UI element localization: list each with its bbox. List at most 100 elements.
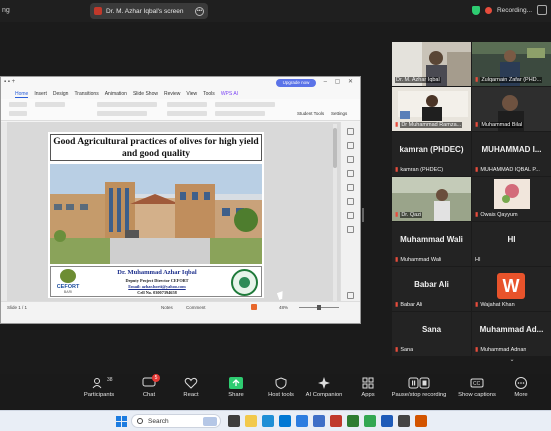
government-seal-logo: [231, 269, 258, 296]
participant-tile[interactable]: ▮ Muhammad Bilal: [472, 87, 551, 131]
participants-icon: 38: [92, 377, 113, 389]
share-indicator-label: Dr. M. Azhar Iqbal's screen: [106, 7, 184, 15]
align-tools[interactable]: [167, 111, 207, 116]
shield-icon[interactable]: [471, 5, 480, 15]
slide-number: Slide 1 / 1: [7, 305, 28, 310]
participants-button[interactable]: 38 Participants: [74, 377, 124, 398]
participant-tile[interactable]: ▮ Zulqarnain Zafar (PHD...: [472, 42, 551, 86]
participant-tile[interactable]: Sana ▮ Sana: [392, 312, 471, 356]
comment-button[interactable]: Comment: [186, 305, 206, 310]
participant-tile[interactable]: ▮ Dr. Qazi: [392, 177, 471, 221]
participant-tile[interactable]: ▮ Dr Muhammad Ramza...: [392, 87, 471, 131]
tab-slide-show[interactable]: Slide Show: [133, 91, 158, 97]
clipboard-tools[interactable]: [9, 111, 27, 116]
participant-name-tag: ▮ Muhammad Adnan: [475, 346, 527, 354]
help-icon[interactable]: [347, 226, 354, 233]
participant-tile[interactable]: ▮ Owais Qayyum: [472, 177, 551, 221]
participant-tile[interactable]: W ▮ Wajahat Khan: [472, 267, 551, 311]
edge-browser-icon[interactable]: [262, 415, 274, 427]
backup-icon[interactable]: [347, 198, 354, 205]
more-options-icon[interactable]: •••: [195, 6, 204, 16]
app-icon[interactable]: [398, 415, 410, 427]
captions-icon: CC: [470, 377, 484, 389]
vertical-scrollbar[interactable]: [333, 124, 337, 310]
zoom-app-icon[interactable]: [296, 415, 308, 427]
tab-view[interactable]: View: [186, 91, 197, 97]
muted-mic-icon: ▮: [395, 212, 399, 218]
powerpoint-icon[interactable]: [415, 415, 427, 427]
animation-icon[interactable]: [347, 156, 354, 163]
paste-button[interactable]: [9, 102, 27, 107]
tab-review[interactable]: Review: [164, 91, 180, 97]
wps-office-icon[interactable]: [330, 415, 342, 427]
building-photo: [50, 164, 262, 264]
upgrade-button[interactable]: Upgrade now: [276, 79, 316, 87]
font-selector[interactable]: [97, 102, 157, 107]
search-highlight-image: [203, 417, 217, 426]
pause-stop-recording-button[interactable]: Pause/stop recording: [388, 377, 450, 398]
app-menu-icon[interactable]: ▪ ▪ +: [4, 79, 15, 85]
more-icon[interactable]: [347, 292, 354, 299]
design-icon[interactable]: [347, 128, 354, 135]
thumbnail-pane-collapsed[interactable]: [1, 122, 7, 312]
ai-companion-button[interactable]: AI Companion: [299, 377, 349, 398]
font-format-tools[interactable]: [97, 111, 147, 116]
apps-button[interactable]: Apps: [343, 377, 393, 398]
participant-name-tag: ▮ Owais Qayyum: [475, 211, 518, 219]
recording-controls-button[interactable]: [537, 5, 547, 15]
select-icon[interactable]: [347, 170, 354, 177]
file-explorer-icon[interactable]: [245, 415, 257, 427]
participant-tile[interactable]: HI HI: [472, 222, 551, 266]
react-label: React: [183, 392, 199, 398]
mail-icon[interactable]: [313, 415, 325, 427]
tab-transitions[interactable]: Transitions: [74, 91, 98, 97]
windows-start-icon[interactable]: [116, 416, 127, 427]
split-view-handle[interactable]: [362, 208, 364, 222]
participant-tile[interactable]: Dr. M. Azhar Iqbal: [392, 42, 471, 86]
top-bar: ng Dr. M. Azhar Iqbal's screen ••• Recor…: [0, 0, 551, 22]
participant-tile[interactable]: kamran (PHDEC) ▮ kamran (PHDEC): [392, 132, 471, 176]
paragraph-tools[interactable]: [167, 102, 207, 107]
taskbar-search-box[interactable]: Search: [131, 414, 221, 428]
zoom-slider[interactable]: [299, 305, 339, 310]
text-style-tools[interactable]: [215, 102, 275, 107]
settings-button[interactable]: Settings: [331, 111, 347, 116]
play-slideshow-icon[interactable]: [251, 304, 257, 310]
excel-icon[interactable]: [347, 415, 359, 427]
tab-animation[interactable]: Animation: [105, 91, 127, 97]
gallery-scroll-down-icon[interactable]: ⌄: [508, 357, 516, 363]
window-controls[interactable]: – ▢ ✕: [324, 78, 356, 85]
participant-tile[interactable]: MUHAMMAD I... ▮ MUHAMMAD IQBAL P...: [472, 132, 551, 176]
student-tools-button[interactable]: Student Tools: [297, 111, 324, 116]
more-button[interactable]: More: [496, 377, 546, 398]
shape-tools[interactable]: [215, 111, 265, 116]
screen-share-indicator[interactable]: Dr. M. Azhar Iqbal's screen •••: [90, 3, 208, 19]
task-view-icon[interactable]: [228, 415, 240, 427]
tab-wps-ai[interactable]: WPS AI: [221, 91, 238, 97]
tab-tools[interactable]: Tools: [203, 91, 215, 97]
participant-tile[interactable]: Muhammad Wali ▮ Muhammad Wali: [392, 222, 471, 266]
participant-name-tag: HI: [475, 257, 481, 263]
apps-label: Apps: [361, 392, 375, 398]
tab-insert[interactable]: Insert: [34, 91, 47, 97]
chrome-icon[interactable]: [364, 415, 376, 427]
participant-display-name: kamran (PHDEC): [399, 145, 464, 154]
participant-tile[interactable]: Muhammad Ad... ▮ Muhammad Adnan: [472, 312, 551, 356]
store-icon[interactable]: [279, 415, 291, 427]
more-dots-icon: [514, 377, 528, 389]
tab-home[interactable]: Home: [15, 91, 29, 98]
share-icon[interactable]: [347, 212, 354, 219]
format-painter-button[interactable]: [35, 102, 65, 107]
presenter-name: Dr. Muhammad Azhar Iqbal: [117, 269, 197, 276]
cefort-logo: CEFORT BARI: [53, 268, 83, 296]
zoom-level[interactable]: 48%: [279, 305, 288, 310]
react-button[interactable]: React: [166, 377, 216, 398]
style-icon[interactable]: [347, 142, 354, 149]
word-icon[interactable]: [381, 415, 393, 427]
participant-tile[interactable]: Babar Ali ▮ Babar Ali: [392, 267, 471, 311]
format-icon[interactable]: [347, 184, 354, 191]
share-button[interactable]: Share: [211, 377, 261, 398]
notes-button[interactable]: Notes: [161, 305, 173, 310]
show-captions-button[interactable]: CC Show captions: [452, 377, 502, 398]
tab-design[interactable]: Design: [53, 91, 69, 97]
